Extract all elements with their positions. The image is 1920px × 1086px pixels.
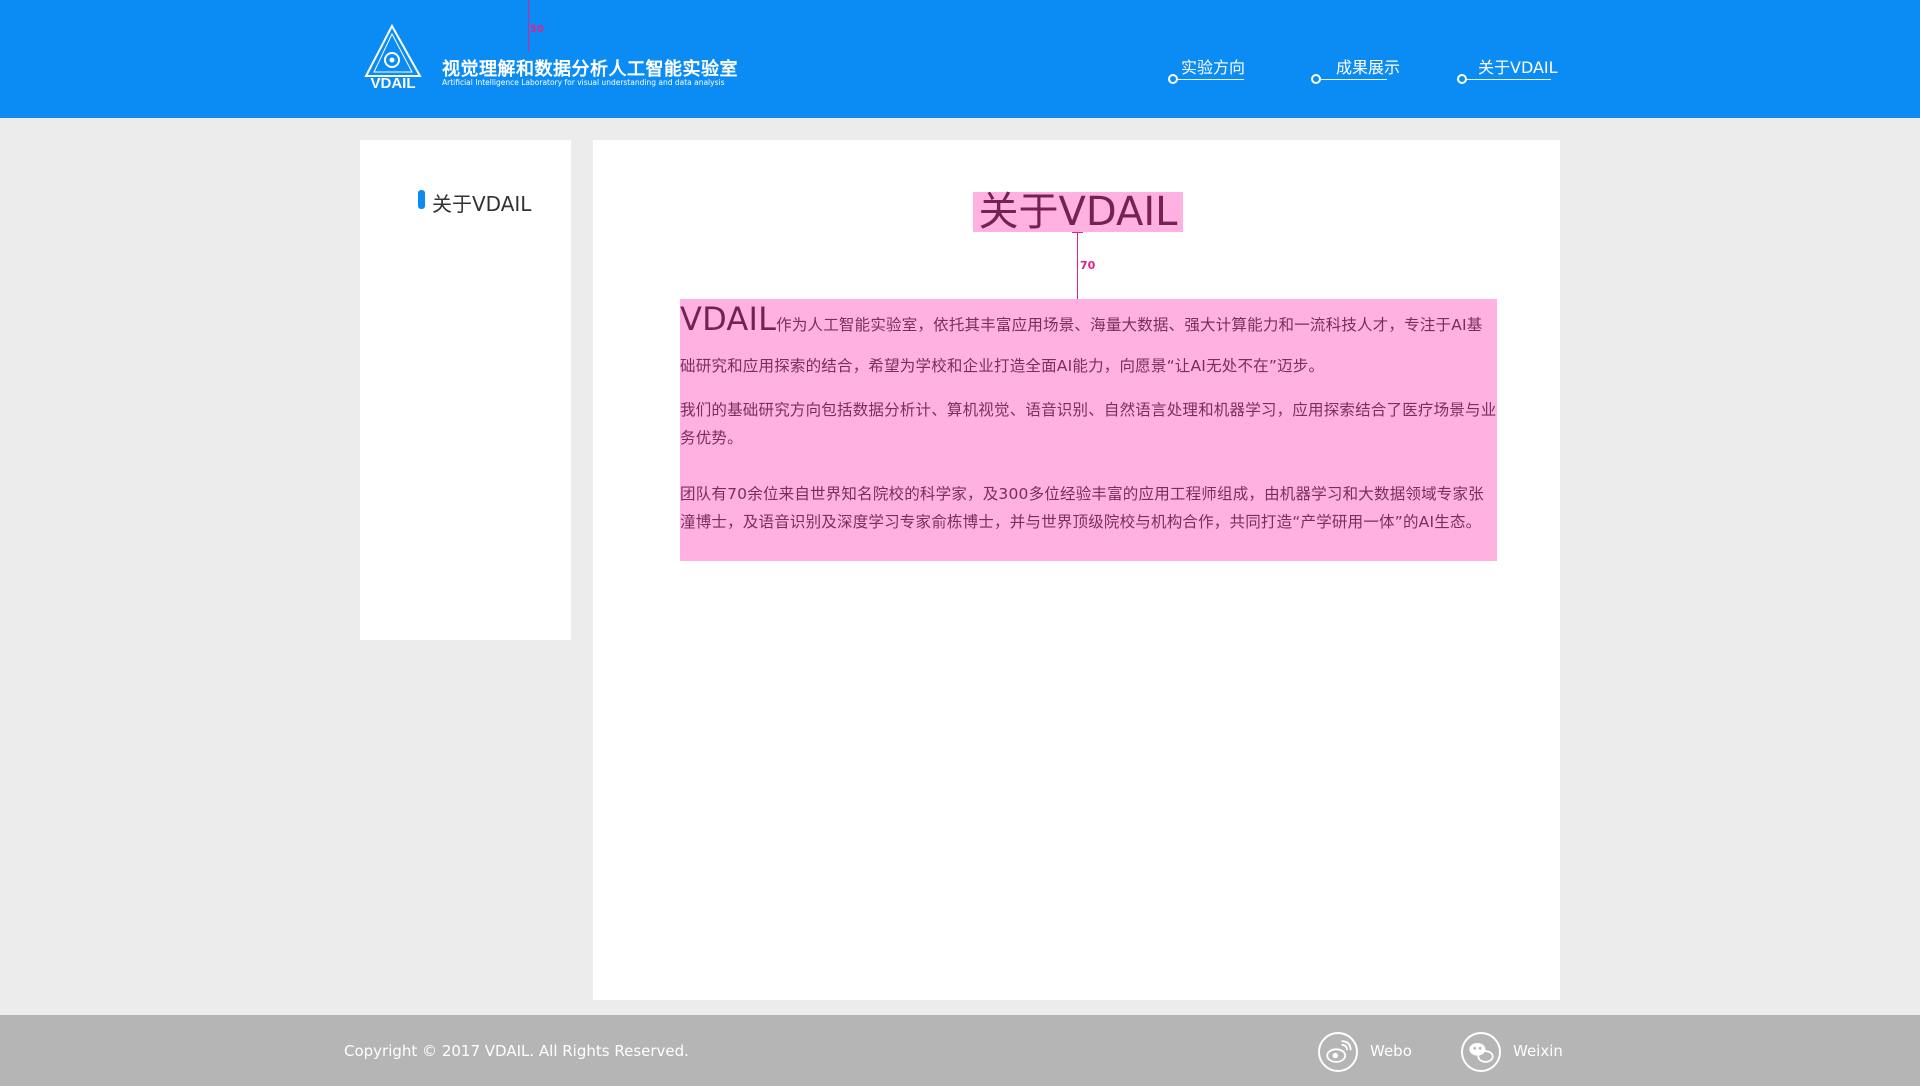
nav-item-research[interactable]: 实验方向 [1168, 54, 1246, 88]
weibo-label[interactable]: Webo [1370, 1042, 1412, 1060]
nav-dot-icon [1457, 74, 1467, 84]
wechat-label[interactable]: Weixin [1513, 1042, 1563, 1060]
site-footer: Copyright © 2017 VDAIL. All Rights Reser… [0, 1015, 1920, 1086]
logo-text: VDAIL [371, 75, 416, 90]
nav-underline [1178, 79, 1244, 80]
title-highlight: 关于VDAIL [973, 192, 1183, 232]
nav-underline [1321, 79, 1387, 80]
spacing-guide-line [1077, 232, 1078, 300]
nav-label[interactable]: 成果展示 [1336, 54, 1400, 78]
nav-underline [1467, 79, 1551, 80]
research-paragraph: 我们的基础研究方向包括数据分析计、算机视觉、语音识别、自然语言处理和机器学习，应… [680, 401, 1497, 447]
wechat-icon[interactable] [1461, 1032, 1501, 1072]
nav-item-results[interactable]: 成果展示 [1311, 54, 1400, 88]
nav-dot-icon [1168, 74, 1178, 84]
site-header: VDAIL 视觉理解和数据分析人工智能实验室 Artificial Intell… [0, 0, 1920, 118]
spacing-guide-line [528, 0, 529, 52]
copyright-text: Copyright © 2017 VDAIL. All Rights Reser… [344, 1042, 689, 1060]
nav-item-about[interactable]: 关于VDAIL [1457, 54, 1561, 88]
sidebar: 关于VDAIL [360, 140, 571, 640]
nav-label[interactable]: 关于VDAIL [1478, 54, 1558, 78]
nav-label[interactable]: 实验方向 [1181, 54, 1245, 78]
sidebar-item-label[interactable]: 关于VDAIL [432, 188, 531, 217]
nav-dot-icon [1311, 74, 1321, 84]
paragraph-text: 作为人工智能实验室，依托其丰富应用场景、海量大数据、强大计算能力和一流科技人才，… [680, 316, 1483, 375]
lead-word: VDAIL [680, 300, 777, 338]
active-marker [418, 190, 425, 209]
brand-subtitle: Artificial Intelligence Laboratory for v… [442, 78, 725, 87]
team-paragraph: 团队有70余位来自世界知名院校的科学家，及300多位经验丰富的应用工程师组成，由… [680, 485, 1484, 531]
weibo-icon[interactable] [1318, 1032, 1358, 1072]
main-content: 关于VDAIL 70 VDAIL作为人工智能实验室，依托其丰富应用场景、海量大数… [593, 140, 1560, 1000]
spacing-guide-label: 70 [1080, 259, 1096, 272]
page-title: 关于VDAIL [978, 189, 1178, 235]
vdail-logo-icon[interactable]: VDAIL [362, 24, 424, 90]
intro-paragraph: VDAIL作为人工智能实验室，依托其丰富应用场景、海量大数据、强大计算能力和一流… [680, 299, 1497, 387]
intro-text-block: VDAIL作为人工智能实验室，依托其丰富应用场景、海量大数据、强大计算能力和一流… [680, 299, 1497, 561]
spacing-guide-label: 50 [530, 24, 544, 35]
